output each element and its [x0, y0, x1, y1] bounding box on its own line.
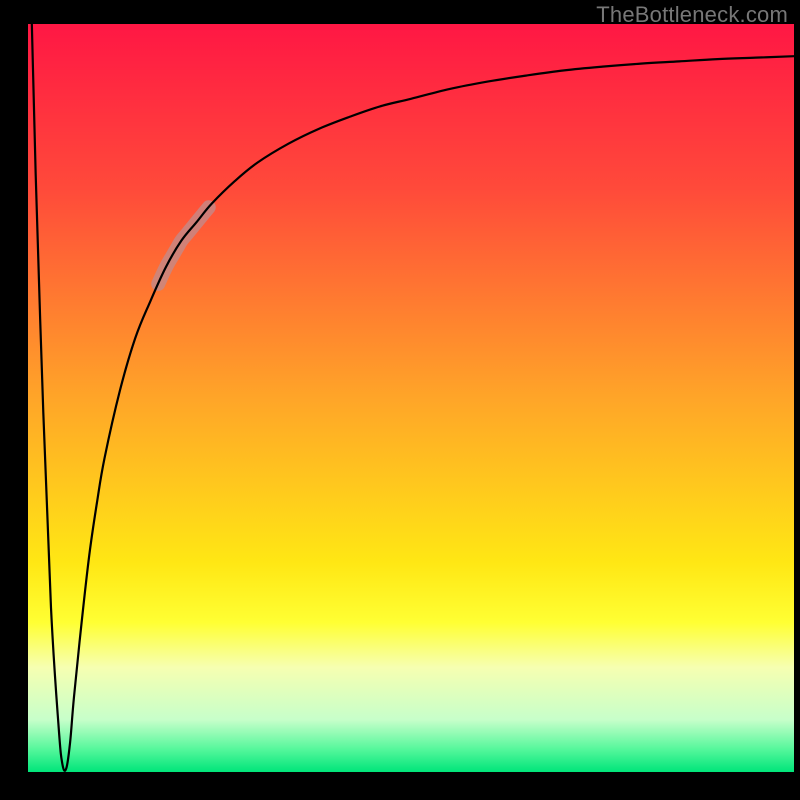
plot-background — [28, 24, 794, 772]
chart-frame — [0, 0, 28, 800]
chart-frame — [0, 772, 800, 800]
chart-canvas — [0, 0, 800, 800]
chart-frame — [794, 0, 800, 800]
watermark-text: TheBottleneck.com — [596, 2, 788, 28]
bottleneck-chart: TheBottleneck.com — [0, 0, 800, 800]
